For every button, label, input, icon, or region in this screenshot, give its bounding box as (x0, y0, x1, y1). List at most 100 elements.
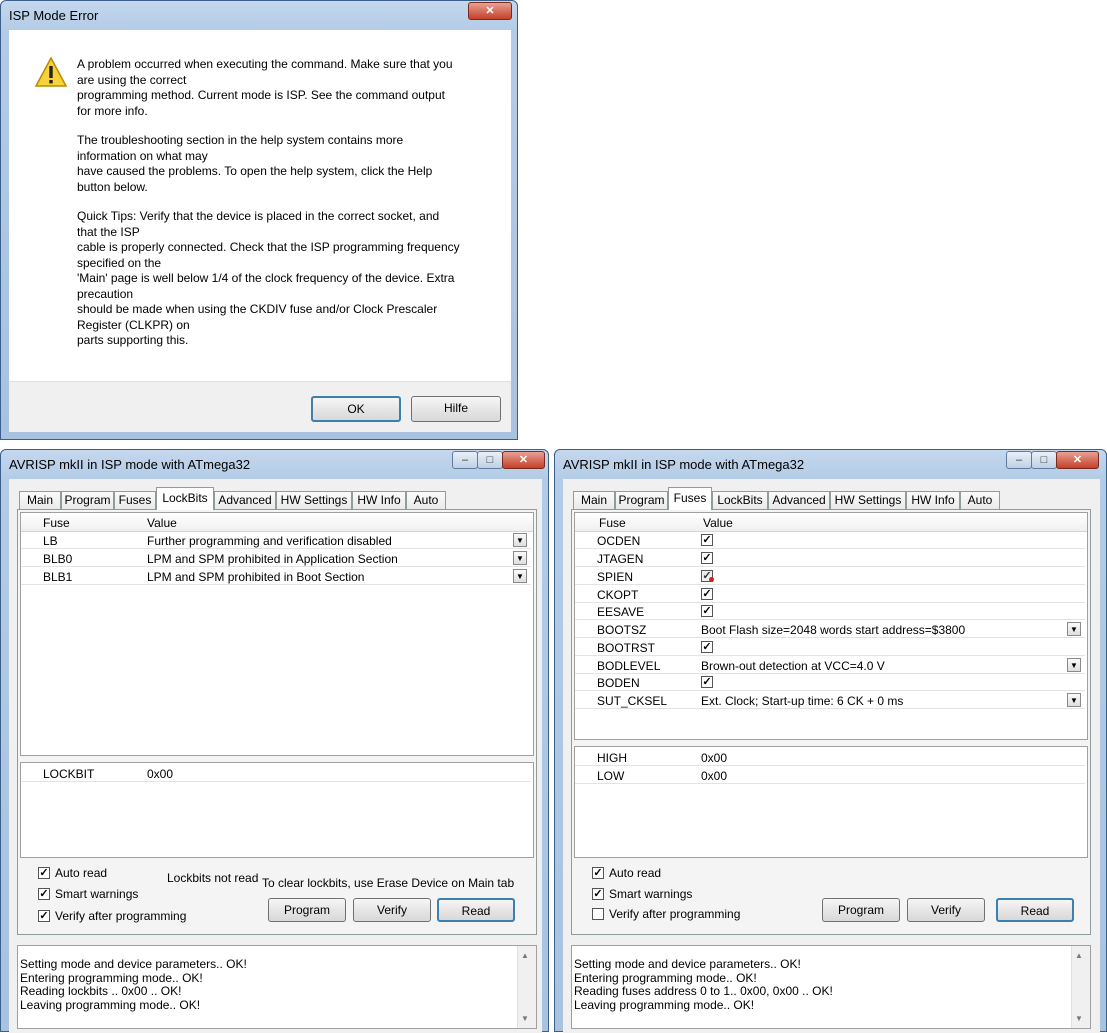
tab-main[interactable]: Main (19, 491, 61, 509)
smart-warnings-checkbox[interactable]: ✓ (592, 888, 604, 900)
scroll-up-icon[interactable]: ▲ (1075, 949, 1083, 963)
error-dialog-title: ISP Mode Error (9, 8, 99, 23)
smart-warnings-label: Smart warnings (55, 887, 139, 901)
output-log[interactable]: Setting mode and device parameters.. OK!… (17, 945, 537, 1029)
boden-checkbox[interactable]: ✓ (701, 676, 713, 688)
chevron-down-icon[interactable]: ▼ (1067, 622, 1081, 636)
bootrst-checkbox[interactable]: ✓ (701, 641, 713, 653)
fuses-grid: Fuse Value OCDEN ✓ JTAGEN ✓ SPIEN ✓ CKOP… (574, 512, 1088, 740)
table-row[interactable]: BODLEVEL Brown-out detection at VCC=4.0 … (575, 657, 1085, 674)
table-row[interactable]: EESAVE ✓ (575, 603, 1085, 620)
maximize-button[interactable]: □ (1031, 451, 1057, 469)
tab-hw-info[interactable]: HW Info (906, 491, 960, 509)
read-button[interactable]: Read (437, 898, 515, 922)
table-row[interactable]: HIGH 0x00 (575, 749, 1085, 766)
col-value: Value (703, 516, 733, 530)
log-scrollbar[interactable]: ▲ ▼ (517, 946, 536, 1028)
tab-auto[interactable]: Auto (960, 491, 1000, 509)
table-row[interactable]: CKOPT ✓ (575, 586, 1085, 603)
lockbits-tab-panel: Fuse Value LB Further programming and ve… (17, 509, 537, 935)
table-row[interactable]: LOW 0x00 (575, 767, 1085, 784)
table-row[interactable]: LB Further programming and verification … (21, 532, 531, 549)
error-paragraph-1: A problem occurred when executing the co… (77, 57, 453, 118)
table-row[interactable]: JTAGEN ✓ (575, 550, 1085, 567)
output-log[interactable]: Setting mode and device parameters.. OK!… (571, 945, 1091, 1029)
lockbits-tab-strip: Main Program Fuses LockBits Advanced HW … (19, 487, 539, 510)
isp-mode-error-dialog: ISP Mode Error ✕ A problem occurred when… (0, 0, 518, 440)
tab-hw-settings[interactable]: HW Settings (276, 491, 352, 509)
scroll-up-icon[interactable]: ▲ (521, 949, 529, 963)
maximize-button[interactable]: □ (477, 451, 503, 469)
table-row[interactable]: OCDEN ✓ (575, 532, 1085, 549)
tab-fuses[interactable]: Fuses (114, 491, 156, 509)
chevron-down-icon[interactable]: ▼ (1067, 658, 1081, 672)
table-row[interactable]: LOCKBIT 0x00 (21, 765, 531, 782)
verify-after-checkbox[interactable] (592, 908, 604, 920)
clear-lockbits-note: To clear lockbits, use Erase Device on M… (262, 876, 515, 890)
tab-advanced[interactable]: Advanced (214, 491, 276, 509)
scroll-down-icon[interactable]: ▼ (521, 1012, 529, 1026)
verify-after-label: Verify after programming (55, 909, 187, 923)
ok-button[interactable]: OK (311, 396, 401, 422)
minimize-button[interactable]: – (1006, 451, 1032, 469)
smart-warnings-checkbox[interactable]: ✓ (38, 888, 50, 900)
verify-after-checkbox[interactable]: ✓ (38, 910, 50, 922)
scroll-down-icon[interactable]: ▼ (1075, 1012, 1083, 1026)
program-button[interactable]: Program (822, 898, 900, 922)
chevron-down-icon[interactable]: ▼ (513, 533, 527, 547)
error-dialog-close-button[interactable]: ✕ (468, 2, 512, 20)
log-line: Entering programming mode.. OK! (20, 970, 203, 985)
tab-hw-settings[interactable]: HW Settings (830, 491, 906, 509)
lockbits-grid-header: Fuse Value (21, 513, 533, 532)
read-button[interactable]: Read (996, 898, 1074, 922)
fuses-tab-panel: Fuse Value OCDEN ✓ JTAGEN ✓ SPIEN ✓ CKOP… (571, 509, 1091, 935)
tab-program[interactable]: Program (61, 491, 114, 509)
auto-read-checkbox[interactable]: ✓ (592, 867, 604, 879)
tab-fuses[interactable]: Fuses (668, 487, 712, 510)
table-row[interactable]: BLB1 LPM and SPM prohibited in Boot Sect… (21, 568, 531, 585)
chevron-down-icon[interactable]: ▼ (513, 569, 527, 583)
tab-main[interactable]: Main (573, 491, 615, 509)
smart-warnings-label: Smart warnings (609, 887, 693, 901)
verify-button[interactable]: Verify (907, 898, 985, 922)
chevron-down-icon[interactable]: ▼ (513, 551, 527, 565)
auto-read-checkbox[interactable]: ✓ (38, 867, 50, 879)
log-line: Reading lockbits .. 0x00 .. OK! (20, 984, 182, 998)
table-row[interactable]: BODEN ✓ (575, 674, 1085, 691)
help-button[interactable]: Hilfe (411, 396, 501, 422)
table-row[interactable]: SUT_CKSEL Ext. Clock; Start-up time: 6 C… (575, 692, 1085, 709)
fuses-window-titlebar[interactable]: AVRISP mkII in ISP mode with ATmega32 – … (555, 450, 1106, 478)
error-message: A problem occurred when executing the co… (77, 57, 497, 363)
ckopt-checkbox[interactable]: ✓ (701, 588, 713, 600)
log-scrollbar[interactable]: ▲ ▼ (1071, 946, 1090, 1028)
table-row[interactable]: SPIEN ✓ (575, 568, 1085, 585)
col-value: Value (147, 516, 177, 530)
col-fuse: Fuse (43, 516, 70, 530)
ocden-checkbox[interactable]: ✓ (701, 534, 713, 546)
tab-auto[interactable]: Auto (406, 491, 446, 509)
tab-program[interactable]: Program (615, 491, 668, 509)
verify-button[interactable]: Verify (353, 898, 431, 922)
fuses-grid-header: Fuse Value (575, 513, 1087, 532)
tab-hw-info[interactable]: HW Info (352, 491, 406, 509)
table-row[interactable]: BOOTRST ✓ (575, 639, 1085, 656)
table-row[interactable]: BOOTSZ Boot Flash size=2048 words start … (575, 621, 1085, 638)
close-button[interactable]: ✕ (1056, 451, 1099, 469)
tab-advanced[interactable]: Advanced (768, 491, 830, 509)
locked-icon (709, 577, 714, 582)
close-button[interactable]: ✕ (502, 451, 545, 469)
fuses-client: Main Program Fuses LockBits Advanced HW … (563, 479, 1100, 1033)
lockbits-window-titlebar[interactable]: AVRISP mkII in ISP mode with ATmega32 – … (1, 450, 548, 478)
minimize-button[interactable]: – (452, 451, 478, 469)
error-dialog-titlebar[interactable]: ISP Mode Error ✕ (1, 1, 517, 29)
tab-lockbits[interactable]: LockBits (712, 491, 768, 509)
jtagen-checkbox[interactable]: ✓ (701, 552, 713, 564)
fuses-window: AVRISP mkII in ISP mode with ATmega32 – … (554, 449, 1107, 1033)
tab-lockbits[interactable]: LockBits (156, 487, 214, 510)
log-line: Setting mode and device parameters.. OK! (574, 957, 801, 971)
table-row[interactable]: BLB0 LPM and SPM prohibited in Applicati… (21, 550, 531, 567)
eesave-checkbox[interactable]: ✓ (701, 605, 713, 617)
program-button[interactable]: Program (268, 898, 346, 922)
verify-after-label: Verify after programming (609, 907, 741, 921)
chevron-down-icon[interactable]: ▼ (1067, 693, 1081, 707)
